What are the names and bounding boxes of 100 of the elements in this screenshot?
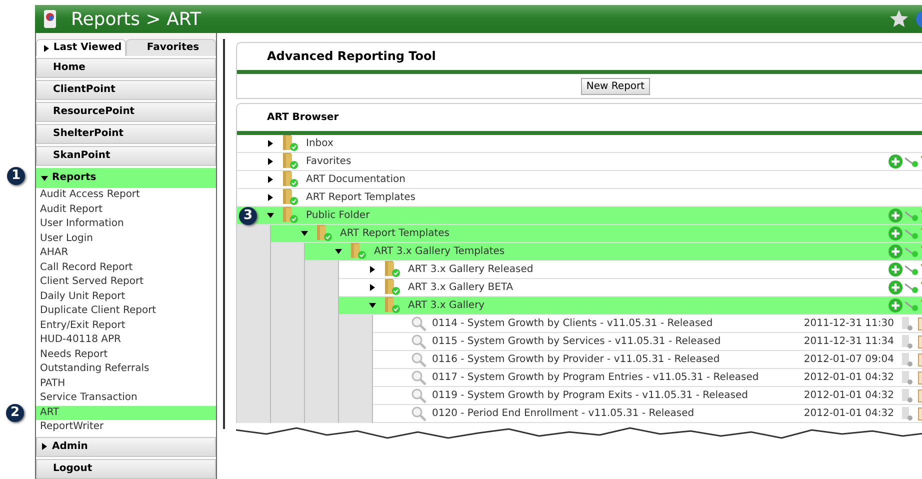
key-icon[interactable] — [905, 156, 919, 168]
add-icon[interactable] — [888, 280, 903, 295]
document-icon[interactable] — [901, 352, 913, 366]
search-icon[interactable] — [411, 316, 427, 332]
document-icon[interactable] — [901, 370, 913, 384]
report-link[interactable]: HUD-40118 APR — [36, 333, 216, 348]
key-icon[interactable] — [905, 228, 919, 240]
expand-arrow-icon[interactable] — [267, 140, 274, 147]
key-icon[interactable] — [905, 282, 919, 294]
key-icon[interactable] — [905, 300, 919, 312]
report-date: 2011-12-31 11:34 — [804, 336, 894, 347]
report-date: 2012-01-01 04:32 — [804, 408, 894, 419]
report-name: 0120 - Period End Enrollment - v11.05.31 - Released — [432, 408, 694, 419]
collapse-arrow-icon[interactable] — [267, 212, 274, 219]
add-icon[interactable] — [888, 298, 903, 313]
report-row[interactable]: 0116 - System Growth by Provider - v11.05.31 - Released 2012-01-07 09:04 — [373, 351, 922, 369]
report-name: 0114 - System Growth by Clients - v11.05.31 - Released — [432, 318, 713, 329]
add-icon[interactable] — [888, 226, 903, 241]
window-title: Reports > ART — [71, 8, 202, 30]
key-icon[interactable] — [905, 264, 919, 276]
folder-name: ART 3.x Gallery BETA — [408, 282, 514, 293]
folder-row[interactable]: ART 3.x Gallery Released — [339, 261, 922, 279]
folder-name: Public Folder — [306, 210, 370, 221]
report-name: 0115 - System Growth by Services - v11.05.31 - Released — [432, 336, 721, 347]
report-link[interactable]: Client Served Report — [36, 275, 216, 290]
collapse-arrow-icon[interactable] — [335, 248, 342, 255]
report-link[interactable]: ReportWriter — [36, 420, 216, 434]
search-icon[interactable] — [411, 352, 427, 368]
expand-arrow-icon — [41, 443, 48, 450]
folder-icon — [383, 297, 403, 314]
collapse-arrow-icon[interactable] — [369, 302, 376, 309]
add-icon[interactable] — [888, 208, 903, 223]
search-icon[interactable] — [411, 370, 427, 386]
report-row[interactable]: 0114 - System Growth by Clients - v11.05.31 - Released 2011-12-31 11:30 — [373, 315, 922, 333]
folder-icon — [383, 279, 403, 296]
document-icon[interactable] — [901, 406, 913, 420]
folder-row[interactable]: 3 Public Folder — [237, 207, 922, 225]
folder-row[interactable]: ART Documentation — [237, 171, 922, 189]
document-icon[interactable] — [901, 388, 913, 402]
report-link[interactable]: Outstanding Referrals — [36, 362, 216, 376]
expand-arrow-icon[interactable] — [267, 194, 274, 201]
section-header[interactable]: Admin — [36, 436, 216, 456]
report-date: 2012-01-01 04:32 — [804, 390, 894, 401]
document-icon[interactable] — [901, 334, 913, 348]
star-icon[interactable] — [889, 9, 909, 29]
add-icon[interactable] — [888, 244, 903, 259]
folder-name: ART Report Templates — [306, 192, 416, 203]
new-report-button[interactable]: New Report — [581, 78, 650, 94]
folder-name: Inbox — [306, 138, 334, 149]
report-link[interactable]: Audit Report — [36, 202, 216, 217]
report-row[interactable]: 0120 - Period End Enrollment - v11.05.31 - Released 2012-01-01 04:32 — [373, 405, 922, 423]
search-icon[interactable] — [411, 388, 427, 404]
folder-name: ART 3.x Gallery — [408, 300, 485, 311]
collapse-arrow-icon[interactable] — [301, 230, 308, 237]
key-icon[interactable] — [905, 246, 919, 258]
report-link[interactable]: Entry/Exit Report — [36, 318, 216, 333]
folder-row[interactable]: ART Report Templates — [271, 225, 922, 243]
expand-arrow-icon[interactable] — [369, 284, 376, 291]
folder-row[interactable]: Inbox — [237, 135, 922, 153]
report-link[interactable]: Audit Access Report — [36, 188, 216, 202]
folder-name: ART Report Templates — [340, 228, 450, 239]
folder-name: ART 3.x Gallery Released — [408, 264, 534, 275]
report-link[interactable]: Daily Unit Report — [36, 290, 216, 304]
report-row[interactable]: 0115 - System Growth by Services - v11.05.31 - Released 2011-12-31 11:34 — [373, 333, 922, 351]
expand-arrow-icon[interactable] — [267, 176, 274, 183]
report-row[interactable]: 0117 - System Growth by Program Entries - v11.05.31 - Released 2012-01-01 04:32 — [373, 369, 922, 387]
report-link[interactable]: User Login — [36, 232, 216, 246]
logout-button[interactable]: Logout — [36, 458, 216, 478]
report-row[interactable]: 0119 - System Growth by Program Exits - v11.05.31 - Released 2012-01-01 04:32 — [373, 387, 922, 405]
nav-button[interactable]: Home — [36, 58, 216, 78]
nav-button[interactable]: SkanPoint — [36, 146, 216, 166]
folder-row[interactable]: ART 3.x Gallery Templates — [305, 243, 922, 261]
nav-button[interactable]: ClientPoint — [36, 80, 216, 100]
folder-name: Favorites — [306, 156, 352, 167]
report-link[interactable]: Call Record Report — [36, 260, 216, 275]
folder-icon — [383, 261, 403, 278]
search-icon[interactable] — [411, 406, 427, 422]
report-link[interactable]: PATH — [36, 376, 216, 391]
report-link[interactable]: Service Transaction — [36, 391, 216, 406]
report-link[interactable]: Needs Report — [36, 348, 216, 362]
folder-icon — [281, 171, 301, 188]
report-name: 0119 - System Growth by Program Exits - v11.05.31 - Released — [432, 390, 748, 401]
expand-arrow-icon — [44, 44, 50, 52]
report-link[interactable]: User Information — [36, 217, 216, 232]
search-icon[interactable] — [411, 334, 427, 350]
nav-button[interactable]: ShelterPoint — [36, 124, 216, 144]
folder-row[interactable]: Favorites — [237, 153, 922, 171]
key-icon[interactable] — [905, 210, 919, 222]
expand-arrow-icon[interactable] — [369, 266, 376, 273]
sidebar-tab[interactable]: Last Viewed — [36, 39, 126, 56]
folder-row[interactable]: ART 3.x Gallery — [339, 297, 922, 315]
expand-arrow-icon[interactable] — [267, 158, 274, 165]
report-link[interactable]: Duplicate Client Report — [36, 304, 216, 318]
sidebar-tab[interactable]: Favorites — [126, 39, 216, 56]
report-link[interactable]: AHAR — [36, 246, 216, 260]
nav-button[interactable]: ResourcePoint — [36, 102, 216, 122]
document-icon[interactable] — [901, 316, 913, 330]
add-icon[interactable] — [888, 154, 903, 169]
add-icon[interactable] — [888, 262, 903, 277]
callout-badge: 3 — [239, 207, 257, 225]
